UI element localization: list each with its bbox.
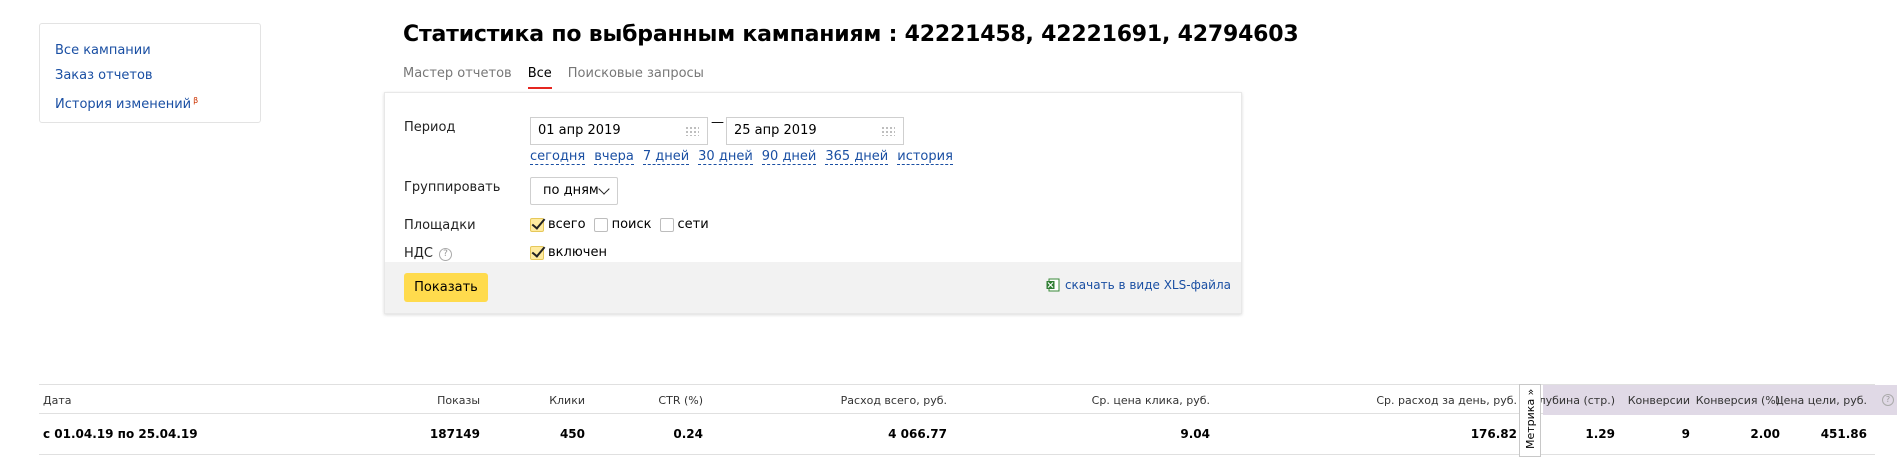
col-header-avg-cpc: Ср. цена клика, руб. <box>1091 394 1210 407</box>
cell-avg-daily-cost: 176.82 <box>1470 427 1517 441</box>
date-from-value: 01 апр 2019 <box>538 123 621 138</box>
vat-options: включен <box>530 245 615 260</box>
vat-label-row: НДС? <box>404 246 453 261</box>
beta-badge: β <box>193 96 199 105</box>
quick-link-yesterday[interactable]: вчера <box>594 149 634 165</box>
tabs: Мастер отчетов Все Поисковые запросы <box>403 66 704 89</box>
quick-link-30-days[interactable]: 30 дней <box>698 149 753 165</box>
page-title: Статистика по выбранным кампаниям : 4222… <box>403 22 1299 47</box>
tab-all[interactable]: Все <box>527 66 552 89</box>
show-button[interactable]: Показать <box>404 273 488 302</box>
vat-label: НДС <box>404 246 434 261</box>
cell-clicks: 450 <box>559 427 585 441</box>
quick-period-links: сегодня вчера 7 дней 30 дней 90 дней 365… <box>530 149 953 165</box>
download-xls-label: скачать в виде XLS-файла <box>1064 278 1231 292</box>
tab-search-queries[interactable]: Поисковые запросы <box>568 66 704 89</box>
table-row: с 01.04.19 по 25.04.19 187149 450 0.24 4… <box>39 414 1875 455</box>
platform-search-label: поиск <box>611 217 652 232</box>
metrika-tab-label: Метрика » <box>1524 388 1537 449</box>
vat-included-label: включен <box>548 245 607 260</box>
platform-networks-checkbox[interactable] <box>659 217 674 232</box>
cell-goal-cost: 451.86 <box>1820 427 1867 441</box>
group-select[interactable]: по дням <box>530 177 618 205</box>
quick-link-90-days[interactable]: 90 дней <box>761 149 817 165</box>
col-header-goal-cost: Цена цели, руб. <box>1775 394 1867 407</box>
metrika-toggle-tab[interactable]: Метрика » <box>1519 384 1541 457</box>
date-to-value: 25 апр 2019 <box>734 123 817 138</box>
platform-all-label: всего <box>548 217 586 232</box>
cell-avg-cpc: 9.04 <box>1180 427 1210 441</box>
help-icon[interactable]: ? <box>439 248 453 261</box>
platform-networks-option[interactable]: сети <box>659 217 709 232</box>
date-from-input[interactable]: 01 апр 2019 <box>530 117 708 145</box>
calendar-icon[interactable] <box>685 126 699 136</box>
group-label: Группировать <box>404 180 501 195</box>
cell-conversions: 9 <box>1681 427 1690 441</box>
quick-link-history[interactable]: история <box>897 149 953 165</box>
col-header-impressions: Показы <box>437 394 480 407</box>
platform-all-option[interactable]: всего <box>530 217 586 232</box>
platform-search-checkbox[interactable] <box>593 217 608 232</box>
col-header-cost-total: Расход всего, руб. <box>840 394 947 407</box>
nav-link-all-campaigns[interactable]: Все кампании <box>55 38 260 63</box>
col-header-clicks: Клики <box>549 394 585 407</box>
col-header-ctr: CTR (%) <box>658 394 703 407</box>
vat-included-option[interactable]: включен <box>530 245 607 260</box>
cell-conversion-rate: 2.00 <box>1750 427 1780 441</box>
period-label: Период <box>404 120 456 135</box>
col-header-conversion-rate: Конверсия (%) <box>1695 394 1780 407</box>
cell-ctr: 0.24 <box>673 427 703 441</box>
panel-footer: Показать скачать в виде XLS-файла <box>385 262 1241 313</box>
cell-depth: 1.29 <box>1585 427 1615 441</box>
platforms-options: всего поиск сети <box>530 217 717 232</box>
platforms-label: Площадки <box>404 218 476 233</box>
download-xls-link[interactable]: скачать в виде XLS-файла <box>1046 278 1231 292</box>
platform-networks-label: сети <box>677 217 709 232</box>
tab-report-wizard[interactable]: Мастер отчетов <box>403 66 512 89</box>
stats-table: Дата Показы Клики CTR (%) Расход всего, … <box>39 384 1897 457</box>
cell-date: с 01.04.19 по 25.04.19 <box>43 427 198 441</box>
quick-link-365-days[interactable]: 365 дней <box>825 149 889 165</box>
quick-link-7-days[interactable]: 7 дней <box>642 149 690 165</box>
excel-icon <box>1046 278 1060 292</box>
nav-link-report-order[interactable]: Заказ отчетов <box>55 63 260 88</box>
platform-search-option[interactable]: поиск <box>593 217 652 232</box>
chevron-down-icon <box>598 183 610 195</box>
table-header: Дата Показы Клики CTR (%) Расход всего, … <box>39 384 1897 415</box>
platform-all-checkbox[interactable] <box>530 217 544 232</box>
cell-impressions: 187149 <box>429 427 480 441</box>
help-icon[interactable]: ? <box>1882 394 1894 406</box>
calendar-icon[interactable] <box>881 126 895 136</box>
col-header-date: Дата <box>43 394 72 407</box>
date-to-input[interactable]: 25 апр 2019 <box>726 117 904 145</box>
nav-link-history-label: История изменений <box>55 97 192 112</box>
group-select-value: по дням <box>543 183 599 198</box>
side-nav: Все кампании Заказ отчетов История измен… <box>39 23 261 123</box>
cell-cost-total: 4 066.77 <box>888 427 947 441</box>
col-header-avg-daily-cost: Ср. расход за день, руб. <box>1376 394 1517 407</box>
quick-link-today[interactable]: сегодня <box>530 149 586 165</box>
filter-panel: Период 01 апр 2019 — 25 апр 2019 сегодня… <box>384 92 1242 314</box>
nav-link-history[interactable]: История изменений β <box>55 88 260 117</box>
col-header-conversions: Конверсии <box>1627 394 1690 407</box>
col-header-depth: Глубина (стр.) <box>1531 394 1615 407</box>
vat-included-checkbox[interactable] <box>530 245 544 260</box>
date-separator: — <box>711 115 724 130</box>
